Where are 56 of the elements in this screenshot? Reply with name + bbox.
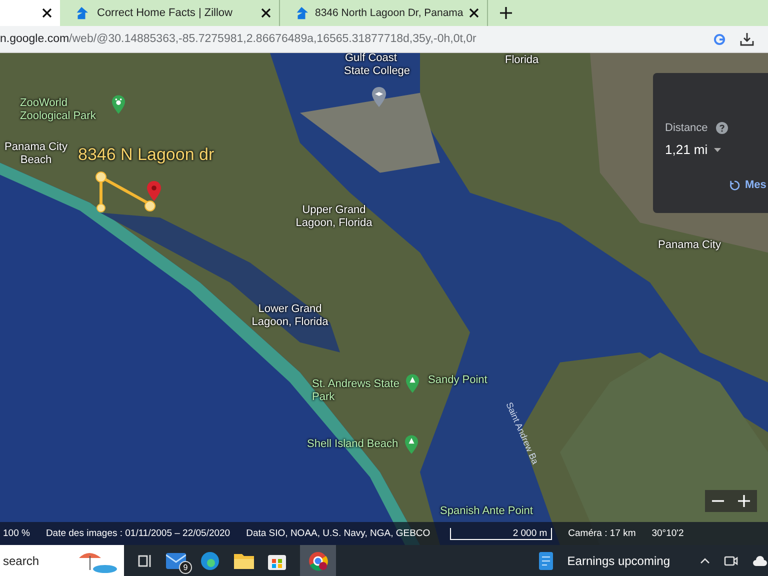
coordinates: 30°10'2 [652,528,684,539]
map-label[interactable]: Gulf Coast [345,53,397,65]
tree-pin-icon [406,374,419,393]
close-icon[interactable] [469,8,480,18]
map-label[interactable]: Sandy Point [428,374,488,387]
map-label[interactable]: Lower Grand Lagoon, Florida [246,303,334,329]
browser-tab[interactable] [0,0,60,26]
data-attribution: Data SIO, NOAA, U.S. Navy, NGA, GEBCO [246,528,430,539]
download-icon[interactable] [740,32,754,46]
map-label[interactable]: Spanish Ante Point [440,505,533,518]
distance-label: Distance [665,122,708,134]
news-widget-text[interactable]: Earnings upcoming [567,554,670,568]
scale-bar: 2 000 m [450,528,552,540]
weather-widget-icon[interactable] [539,552,554,570]
tab-title: 8346 North Lagoon Dr, Panama [315,7,464,19]
zoom-level: 100 % [3,528,30,539]
location-pin-icon [147,181,161,201]
chrome-icon [308,550,328,570]
chrome-taskbar-button[interactable] [300,545,336,576]
search-input[interactable]: search [0,552,75,568]
imagery-dates: Date des images : 01/11/2005 – 22/05/2020 [46,528,230,539]
map-label[interactable]: St. Andrews State Park [312,378,400,404]
map-label[interactable]: Panama City [658,239,721,252]
help-icon[interactable] [716,122,728,134]
close-icon[interactable] [261,8,271,18]
task-view-icon[interactable] [138,554,152,568]
house-logo-icon [294,6,309,20]
map-label[interactable]: Panama City Beach [3,141,69,167]
house-logo-icon [74,6,89,20]
paw-pin-icon [112,95,125,114]
folder-icon[interactable] [234,552,254,568]
map-label[interactable]: State College [344,65,410,78]
new-tab-icon[interactable] [500,7,512,19]
taskbar-search-field[interactable]: search [0,545,124,576]
cloud-icon[interactable] [752,556,768,566]
map-label[interactable]: 8346 N Lagoon dr [78,145,214,165]
map-label[interactable]: Upper Grand Lagoon, Florida [290,204,378,230]
map-label[interactable]: Florida [505,54,539,67]
tab-title: Correct Home Facts | Zillow [97,7,234,19]
measure-path-drawing [94,171,156,213]
browser-swirl-icon[interactable] [200,550,220,570]
caret-icon [714,148,721,152]
mail-icon[interactable] [166,552,186,568]
map-label[interactable]: ZooWorld Zoological Park [20,97,108,123]
close-icon[interactable] [42,8,52,18]
measure-reset-button[interactable]: Mes [729,179,766,191]
meet-icon[interactable] [724,554,738,568]
chevron-up-icon[interactable] [700,558,710,564]
google-icon[interactable] [713,32,726,46]
camera-altitude: Caméra : 17 km [568,528,636,539]
zoom-in-icon[interactable] [738,495,750,507]
distance-unit-dropdown[interactable]: 1,21 mi [665,142,721,157]
notification-badge: 9 [179,560,192,574]
reset-icon [729,180,740,190]
school-pin-icon [372,87,386,107]
tree-pin-icon [405,435,418,454]
